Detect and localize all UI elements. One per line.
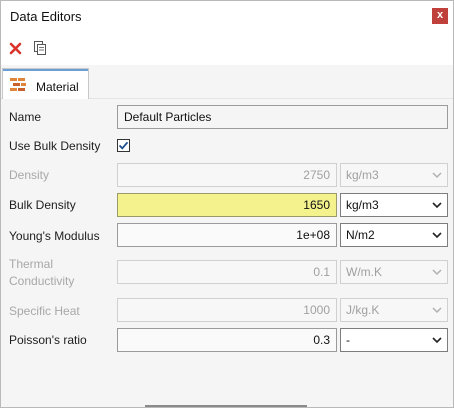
youngs-modulus-unit-select[interactable]: N/m2 xyxy=(340,223,448,247)
data-editors-window: Data Editors x Material Name Default Par… xyxy=(0,0,454,408)
density-unit-value: kg/m3 xyxy=(346,168,379,182)
bulk-density-unit-select[interactable]: kg/m3 xyxy=(340,193,448,217)
density-label: Density xyxy=(9,168,50,182)
thermal-conductivity-label-line1: Thermal xyxy=(9,257,54,271)
poissons-ratio-field[interactable]: 0.3 xyxy=(117,328,337,352)
density-unit-select: kg/m3 xyxy=(340,163,448,187)
tab-active-indicator xyxy=(3,69,88,71)
specific-heat-unit-select: J/kg.K xyxy=(340,298,448,322)
poissons-ratio-label: Poisson's ratio xyxy=(9,333,87,347)
copy-icon[interactable] xyxy=(32,40,48,56)
chevron-down-icon xyxy=(432,337,442,344)
chevron-down-icon xyxy=(432,172,442,179)
name-field[interactable]: Default Particles xyxy=(117,105,448,129)
close-button[interactable]: x xyxy=(432,8,448,24)
specific-heat-unit-value: J/kg.K xyxy=(346,303,380,317)
resize-grip[interactable] xyxy=(145,405,307,407)
material-brick-icon xyxy=(10,78,26,91)
specific-heat-label: Specific Heat xyxy=(9,304,80,318)
youngs-modulus-unit-value: N/m2 xyxy=(346,228,375,242)
checkmark-icon xyxy=(118,141,129,150)
chevron-down-icon xyxy=(432,202,442,209)
thermal-conductivity-label-line2: Conductivity xyxy=(9,274,75,288)
poissons-ratio-unit-select[interactable]: - xyxy=(340,328,448,352)
use-bulk-density-checkbox[interactable] xyxy=(117,139,130,152)
thermal-conductivity-field: 0.1 xyxy=(117,260,337,284)
use-bulk-density-label: Use Bulk Density xyxy=(9,139,101,153)
specific-heat-field: 1000 xyxy=(117,298,337,322)
youngs-modulus-field[interactable]: 1e+08 xyxy=(117,223,337,247)
window-title: Data Editors xyxy=(10,9,82,24)
title-bar: Data Editors x xyxy=(1,1,453,31)
tab-material-label: Material xyxy=(36,80,79,94)
name-label: Name xyxy=(9,110,42,124)
thermal-conductivity-unit-value: W/m.K xyxy=(346,265,382,279)
bulk-density-unit-value: kg/m3 xyxy=(346,198,379,212)
poissons-ratio-unit-value: - xyxy=(346,333,350,347)
bulk-density-label: Bulk Density xyxy=(9,198,76,212)
toolbar xyxy=(1,35,453,61)
chevron-down-icon xyxy=(432,232,442,239)
bulk-density-field[interactable]: 1650 xyxy=(117,193,337,217)
chevron-down-icon xyxy=(432,307,442,314)
density-field: 2750 xyxy=(117,163,337,187)
youngs-modulus-label: Young's Modulus xyxy=(9,229,100,243)
thermal-conductivity-unit-select: W/m.K xyxy=(340,260,448,284)
tab-strip: Material xyxy=(1,65,453,100)
delete-icon[interactable] xyxy=(8,40,24,56)
chevron-down-icon xyxy=(432,269,442,276)
tab-material[interactable]: Material xyxy=(2,68,89,100)
